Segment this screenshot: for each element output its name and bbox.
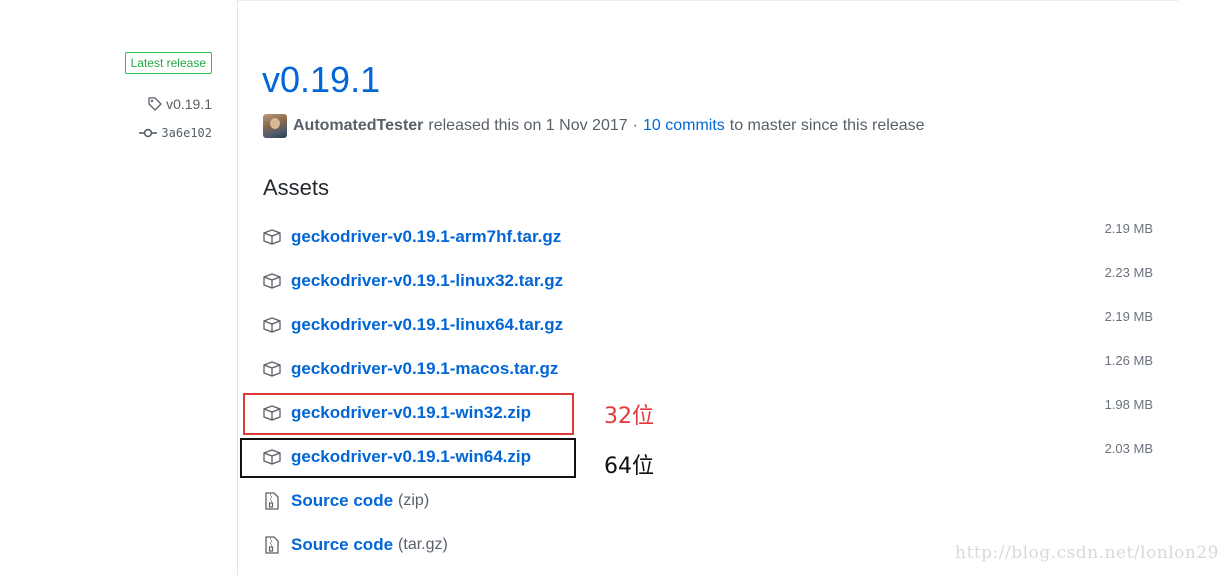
package-icon [263,228,281,246]
release-commit[interactable]: 3a6e102 [139,126,212,140]
asset-row[interactable]: geckodriver-v0.19.1-macos.tar.gz 1.26 MB [263,353,1153,381]
commit-sha: 3a6e102 [161,126,212,140]
top-divider [238,0,1178,1]
asset-size: 1.98 MB [1104,397,1153,412]
asset-name[interactable]: geckodriver-v0.19.1-linux32.tar.gz [291,271,563,291]
win64-note: 64位 [604,454,654,479]
file-zip-icon [263,536,281,554]
assets-heading: Assets [263,175,330,200]
author-link[interactable]: AutomatedTester [293,115,423,137]
released-text: released this on 1 Nov 2017 [428,117,628,134]
meta-separator: · [632,117,638,134]
asset-name[interactable]: geckodriver-v0.19.1-arm7hf.tar.gz [291,227,561,247]
asset-size: 2.03 MB [1104,441,1153,456]
release-meta: AutomatedTester released this on 1 Nov 2… [263,114,925,138]
asset-row[interactable]: geckodriver-v0.19.1-linux64.tar.gz 2.19 … [263,309,1153,337]
author-avatar[interactable] [263,114,287,138]
commits-suffix: to master since this release [729,117,925,134]
source-code-name[interactable]: Source code [291,535,393,555]
package-icon [263,360,281,378]
source-code-name[interactable]: Source code [291,491,393,511]
win32-note: 32位 [604,404,654,429]
tag-label: v0.19.1 [166,96,212,112]
latest-release-badge: Latest release [124,52,212,74]
package-icon [263,272,281,290]
commits-link[interactable]: 10 commits [643,115,725,137]
win64-highlight-box [240,438,576,478]
asset-size: 2.19 MB [1104,309,1153,324]
release-tag[interactable]: v0.19.1 [147,96,212,112]
source-code-suffix: (zip) [398,492,430,509]
asset-name[interactable]: geckodriver-v0.19.1-macos.tar.gz [291,359,558,379]
release-sidebar: Latest release v0.19.1 3a6e102 [0,0,238,575]
asset-size: 1.26 MB [1104,353,1153,368]
tag-icon [147,96,163,112]
asset-row[interactable]: geckodriver-v0.19.1-linux32.tar.gz 2.23 … [263,265,1153,293]
win32-highlight-box [243,393,574,435]
asset-row[interactable]: geckodriver-v0.19.1-arm7hf.tar.gz 2.19 M… [263,221,1153,249]
release-title-link[interactable]: v0.19.1 [262,58,380,102]
watermark: http://blog.csdn.net/lonlon29 [955,543,1219,563]
asset-name[interactable]: geckodriver-v0.19.1-linux64.tar.gz [291,315,563,335]
source-code-suffix: (tar.gz) [398,536,448,553]
asset-size: 2.23 MB [1104,265,1153,280]
git-commit-icon [139,127,158,139]
file-zip-icon [263,492,281,510]
source-code-row[interactable]: Source code (zip) [263,489,1153,513]
asset-size: 2.19 MB [1104,221,1153,236]
package-icon [263,316,281,334]
